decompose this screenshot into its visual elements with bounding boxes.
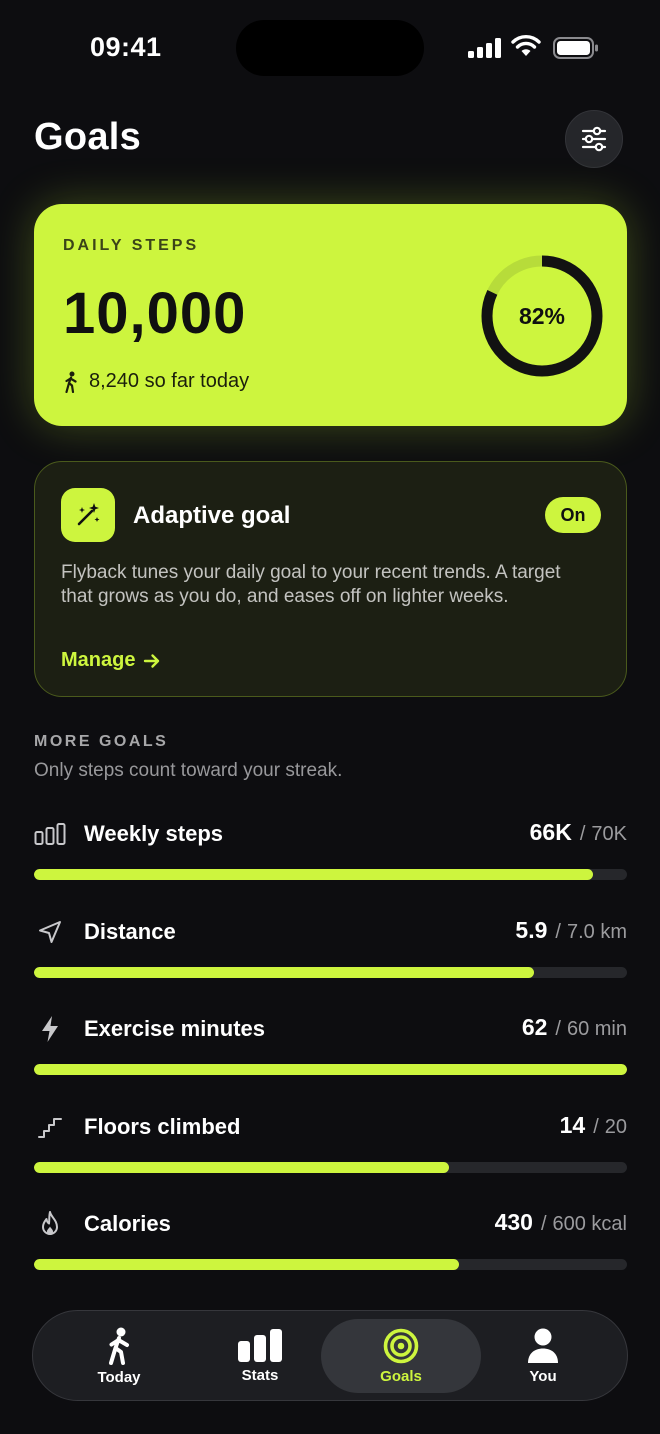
steps-so-far: 8,240 so far today — [63, 370, 249, 393]
tab-label: Stats — [241, 1366, 279, 1384]
goal-target: 600 kcal — [552, 1213, 628, 1235]
battery-icon — [553, 37, 598, 59]
goal-value: 430/600 kcal — [494, 1209, 628, 1235]
filter-button[interactable] — [565, 110, 623, 168]
lightning-icon — [34, 1013, 66, 1045]
more-goals-label: MORE GOALS — [34, 733, 169, 750]
goal-floors-climbed[interactable]: Floors climbed 14/20 — [34, 1111, 627, 1181]
goal-progress-track — [34, 1064, 627, 1075]
walking-person-icon — [65, 371, 77, 393]
tab-label: You — [529, 1367, 557, 1385]
goal-name: Weekly steps — [84, 821, 224, 846]
navigation-arrow-icon — [34, 916, 66, 948]
goal-progress-fill — [34, 869, 594, 880]
goal-value: 5.9/7.0 km — [515, 917, 627, 943]
tab-you[interactable]: You — [463, 1319, 623, 1393]
goal-value: 62/60 min — [521, 1014, 627, 1040]
cellular-signal-icon — [468, 38, 501, 58]
goal-calories[interactable]: Calories 430/600 kcal — [34, 1208, 627, 1278]
manage-link-label: Manage — [61, 649, 136, 671]
goal-current: 66K — [529, 819, 572, 845]
goal-name: Calories — [84, 1211, 171, 1236]
flame-icon — [34, 1208, 66, 1240]
daily-steps-label: DAILY STEPS — [63, 237, 200, 254]
tab-goals[interactable]: Goals — [321, 1319, 481, 1393]
goal-progress-fill — [34, 1259, 460, 1270]
daily-steps-goal: 10,000 — [63, 281, 247, 346]
status-bar: 09:41 — [0, 0, 660, 100]
stairs-icon — [34, 1111, 66, 1143]
dynamic-island — [236, 20, 424, 76]
target-icon — [383, 1328, 419, 1363]
tab-label: Goals — [380, 1367, 422, 1385]
goal-progress-track — [34, 967, 627, 978]
goal-current: 5.9 — [515, 917, 548, 943]
manage-link[interactable]: Manage — [61, 649, 161, 672]
tab-today[interactable]: Today — [39, 1319, 199, 1393]
progress-percent: 82% — [518, 302, 566, 329]
arrow-right-icon — [144, 653, 160, 668]
daily-steps-card[interactable]: DAILY STEPS 10,000 8,240 so far today 82… — [34, 204, 627, 426]
adaptive-goal-description: Flyback tunes your daily goal to your re… — [61, 562, 561, 607]
status-time: 09:41 — [90, 32, 162, 62]
adaptive-goal-title: Adaptive goal — [133, 502, 291, 529]
page-title: Goals — [34, 116, 142, 158]
goal-current: 62 — [521, 1014, 548, 1040]
goal-target: 60 min — [566, 1018, 627, 1040]
goal-name: Distance — [84, 919, 176, 944]
sliders-icon — [581, 126, 607, 152]
goal-value: 66K/70K — [529, 819, 627, 845]
more-goals-subtitle: Only steps count toward your streak. — [34, 760, 343, 781]
goal-target: 7.0 km — [566, 921, 627, 943]
goal-current: 430 — [494, 1209, 533, 1235]
goal-progress-fill — [34, 1064, 627, 1075]
goal-target: 70K — [591, 823, 627, 845]
goal-current: 14 — [559, 1112, 586, 1138]
walking-person-icon — [109, 1327, 129, 1365]
goal-progress-track — [34, 1162, 627, 1173]
goal-progress-fill — [34, 967, 534, 978]
goal-distance[interactable]: Distance 5.9/7.0 km — [34, 916, 627, 986]
bar-chart-icon — [34, 818, 66, 850]
goal-name: Floors climbed — [84, 1114, 241, 1139]
goal-value: 14/20 — [559, 1112, 627, 1138]
steps-so-far-text: 8,240 so far today — [89, 370, 250, 392]
adaptive-goal-card: Adaptive goal On Flyback tunes your dail… — [34, 461, 627, 697]
tab-stats[interactable]: Stats — [180, 1319, 340, 1393]
person-icon — [528, 1328, 558, 1363]
tab-bar: Today Stats Goals You — [32, 1310, 628, 1401]
wifi-icon — [511, 35, 541, 56]
tab-label: Today — [97, 1368, 141, 1386]
adaptive-goal-toggle[interactable]: On — [545, 497, 601, 533]
goal-progress-fill — [34, 1162, 450, 1173]
goal-exercise-minutes[interactable]: Exercise minutes 62/60 min — [34, 1013, 627, 1083]
goal-target: 20 — [604, 1116, 627, 1138]
magic-wand-icon — [61, 488, 115, 542]
goal-weekly-steps[interactable]: Weekly steps 66K/70K — [34, 818, 627, 888]
goal-name: Exercise minutes — [84, 1016, 265, 1041]
stats-bars-icon — [238, 1328, 282, 1362]
goal-progress-track — [34, 869, 627, 880]
goal-progress-track — [34, 1259, 627, 1270]
